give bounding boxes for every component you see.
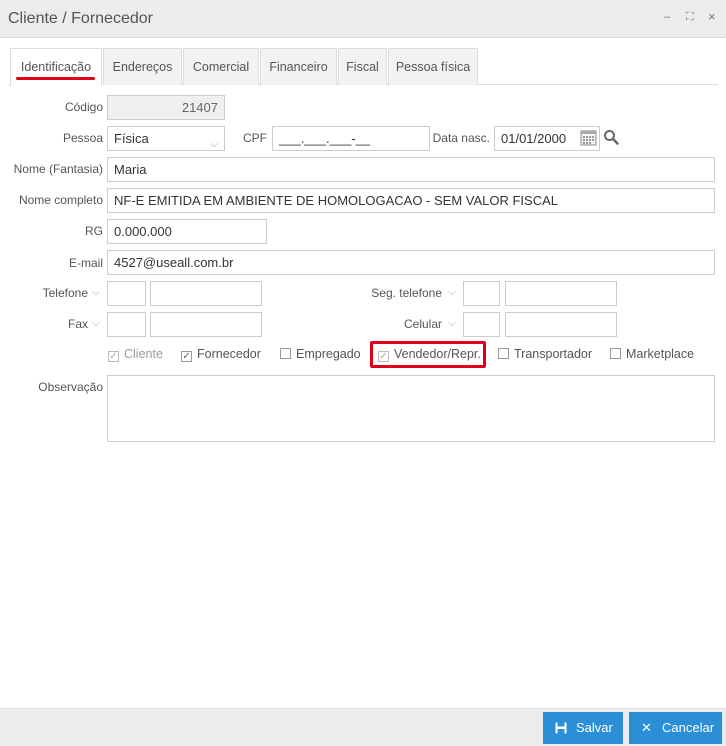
fax-label: Fax: [67, 317, 88, 331]
tab-comercial[interactable]: Comercial: [183, 48, 259, 85]
checkbox-fornecedor[interactable]: ✓ Fornecedor: [181, 347, 261, 362]
save-button[interactable]: Salvar: [543, 712, 623, 744]
nome-completo-label: Nome completo: [18, 193, 103, 207]
cancel-button-label: Cancelar: [662, 720, 715, 735]
seg-telefone-ddd-field[interactable]: [463, 281, 500, 306]
rg-label: RG: [85, 224, 103, 238]
fax-ddd-field[interactable]: [107, 312, 146, 337]
window-title: Cliente / Fornecedor: [8, 10, 153, 27]
checkbox-transportador-label: Transportador: [514, 347, 593, 361]
save-icon: [555, 712, 567, 746]
save-button-label: Salvar: [576, 720, 613, 735]
checkbox-empregado-label: Empregado: [296, 347, 361, 361]
close-icon[interactable]: ×: [708, 9, 716, 24]
telefone-ddd-field[interactable]: [107, 281, 146, 306]
chevron-down-icon[interactable]: ⌵: [92, 318, 100, 329]
active-tab-underline: [16, 77, 95, 80]
pessoa-select[interactable]: Física ⌵: [107, 126, 225, 151]
checkbox-fornecedor-label: Fornecedor: [197, 347, 261, 361]
seg-telefone-number-field[interactable]: [505, 281, 617, 306]
celular-number-field[interactable]: [505, 312, 617, 337]
telefone-label: Telefone: [42, 286, 88, 300]
checkbox-cliente[interactable]: ✓ Cliente: [108, 347, 163, 362]
checkmark-icon: ✓: [108, 351, 119, 362]
maximize-icon[interactable]: ⛶: [686, 11, 694, 24]
checkbox-transportador[interactable]: Transportador: [498, 347, 592, 361]
chevron-down-icon[interactable]: ⌵: [448, 287, 456, 298]
telefone-number-field[interactable]: [150, 281, 262, 306]
cpf-field[interactable]: ___.___.___-__: [272, 126, 430, 151]
checkbox-cliente-label: Cliente: [124, 347, 163, 361]
checkbox-empregado[interactable]: Empregado: [280, 347, 361, 361]
codigo-label: Código: [64, 100, 103, 114]
fax-number-field[interactable]: [150, 312, 262, 337]
tab-bar: Identificação Endereços Comercial Financ…: [8, 48, 718, 86]
calendar-icon[interactable]: [580, 129, 597, 146]
codigo-field: 21407: [107, 95, 225, 120]
tab-identificacao[interactable]: Identificação: [10, 48, 102, 86]
minimize-icon[interactable]: –: [664, 11, 670, 23]
celular-ddd-field[interactable]: [463, 312, 500, 337]
chevron-down-icon[interactable]: ⌵: [448, 318, 456, 329]
tab-financeiro[interactable]: Financeiro: [260, 48, 337, 85]
data-nasc-label: Data nasc.: [432, 131, 490, 145]
seg-telefone-label: Seg. telefone: [371, 286, 442, 300]
search-icon[interactable]: [603, 129, 619, 145]
email-field[interactable]: 4527@useall.com.br: [107, 250, 715, 275]
tab-enderecos[interactable]: Endereços: [103, 48, 182, 85]
vendedor-highlight-box: [370, 341, 486, 368]
tab-fiscal[interactable]: Fiscal: [338, 48, 387, 85]
cpf-label: CPF: [243, 131, 267, 145]
cancel-button[interactable]: ✕ Cancelar: [629, 712, 722, 744]
observacao-label: Observação: [38, 380, 103, 394]
chevron-down-icon[interactable]: ⌵: [92, 287, 100, 298]
checkmark-icon: ✓: [181, 351, 192, 362]
celular-label: Celular: [403, 317, 442, 331]
nome-fantasia-field[interactable]: Maria: [107, 157, 715, 182]
nome-completo-field[interactable]: NF-E EMITIDA EM AMBIENTE DE HOMOLOGACAO …: [107, 188, 715, 213]
window-titlebar: Cliente / Fornecedor – ⛶ ×: [0, 0, 726, 38]
email-label: E-mail: [68, 256, 103, 270]
tab-pessoa-fisica[interactable]: Pessoa física: [388, 48, 478, 85]
pessoa-value: Física: [114, 131, 149, 146]
checkbox-marketplace[interactable]: Marketplace: [610, 347, 694, 361]
observacao-textarea[interactable]: [107, 375, 715, 442]
checkbox-marketplace-label: Marketplace: [626, 347, 695, 361]
nome-fantasia-label: Nome (Fantasia): [13, 162, 103, 176]
chevron-down-icon: ⌵: [210, 139, 218, 150]
pessoa-label: Pessoa: [62, 131, 103, 145]
close-icon: ✕: [641, 720, 652, 735]
rg-field[interactable]: 0.000.000: [107, 219, 267, 244]
